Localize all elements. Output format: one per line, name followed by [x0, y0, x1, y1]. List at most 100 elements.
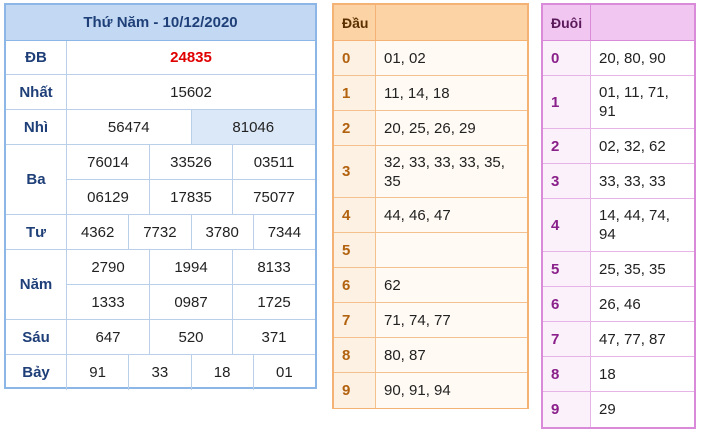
loto-row: 0 01, 02 — [334, 41, 527, 76]
loto-row: 9 90, 91, 94 — [334, 373, 527, 408]
results-table: Thứ Năm - 10/12/2020 ĐB 24835 Nhất 15602… — [4, 3, 317, 390]
prize-number: 371 — [232, 320, 315, 354]
digit-label: 5 — [334, 233, 376, 267]
loto-row: 9 29 — [543, 392, 694, 427]
digit-label: 8 — [334, 338, 376, 372]
loto-values: 29 — [599, 401, 616, 418]
loto-values: 20, 25, 26, 29 — [376, 111, 527, 145]
loto-head-table: Đầu 0 01, 02 1 11, 14, 18 2 20, 25, 26, 29 … — [332, 3, 529, 409]
loto-values — [376, 233, 527, 267]
digit-label: 7 — [543, 322, 591, 356]
loto-row: 2 20, 25, 26, 29 — [334, 111, 527, 146]
prize-number: 17835 — [149, 180, 232, 214]
loto-values: 01, 11, 71, 91 — [599, 84, 669, 120]
loto-tail-table: Đuôi 0 20, 80, 90 1 01, 11, 71, 91 2 02, 32… — [541, 3, 696, 429]
digit-label: 4 — [334, 198, 376, 232]
loto-row: 7 47, 77, 87 — [543, 322, 694, 357]
loto-values: 01, 02 — [376, 41, 527, 75]
prize-row-sau: Sáu 647 520 371 — [6, 320, 315, 355]
prize-number: 01 — [252, 355, 315, 390]
digit-label: 2 — [334, 111, 376, 145]
digit-label: 9 — [543, 392, 591, 427]
prize-label: ĐB — [6, 41, 67, 74]
prize-number: 8133 — [232, 250, 315, 284]
digit-label: 3 — [543, 164, 591, 198]
loto-row: 1 11, 14, 18 — [334, 76, 527, 111]
digit-label: 0 — [543, 41, 591, 75]
loto-row: 8 80, 87 — [334, 338, 527, 373]
prize-label: Tư — [6, 215, 67, 249]
prize-label: Ba — [6, 145, 67, 214]
prize-label: Bảy — [6, 355, 67, 390]
prize-number: 4362 — [80, 223, 115, 241]
loto-tail-title: Đuôi — [543, 5, 591, 40]
prize-label: Nhì — [6, 110, 67, 144]
loto-values: 33, 33, 33 — [599, 172, 666, 190]
prize-row-nam: Năm 2790 1994 8133 1333 0987 1725 — [6, 250, 315, 320]
digit-label: 7 — [334, 303, 376, 337]
prize-number: 1725 — [232, 285, 315, 319]
loto-values: 44, 46, 47 — [376, 198, 527, 232]
prize-number: 15602 — [170, 83, 212, 101]
loto-values: 26, 46 — [599, 295, 641, 313]
digit-label: 1 — [543, 76, 591, 128]
digit-label: 0 — [334, 41, 376, 75]
prize-number: 1994 — [149, 250, 232, 284]
digit-label: 1 — [334, 76, 376, 110]
prize-number: 2790 — [91, 258, 125, 276]
digit-label: 5 — [543, 252, 591, 286]
loto-row: 4 44, 46, 47 — [334, 198, 527, 233]
prize-number: 1333 — [91, 293, 125, 311]
loto-values: 20, 80, 90 — [599, 49, 666, 67]
prize-row-nhi: Nhì 56474 81046 — [6, 110, 315, 145]
prize-number: 06129 — [87, 188, 129, 206]
loto-row: 1 01, 11, 71, 91 — [543, 76, 694, 129]
prize-number: 56474 — [107, 118, 150, 136]
digit-label: 9 — [334, 373, 376, 408]
loto-row: 6 62 — [334, 268, 527, 303]
prize-number: 520 — [149, 320, 232, 354]
loto-tail-header: Đuôi — [543, 5, 694, 41]
loto-row: 8 18 — [543, 357, 694, 392]
loto-values: 14, 44, 74, 94 — [599, 207, 670, 243]
prize-number: 18 — [190, 355, 253, 390]
prize-label: Năm — [6, 250, 67, 319]
digit-label: 2 — [543, 129, 591, 163]
digit-label: 3 — [334, 146, 376, 197]
prize-number: 7344 — [252, 215, 315, 249]
loto-row: 4 14, 44, 74, 94 — [543, 199, 694, 252]
loto-row: 3 32, 33, 33, 33, 35, 35 — [334, 146, 527, 198]
loto-row: 6 26, 46 — [543, 287, 694, 322]
loto-row: 5 25, 35, 35 — [543, 252, 694, 287]
prize-number: 33 — [128, 355, 190, 390]
loto-values: 62 — [376, 268, 527, 302]
digit-label: 8 — [543, 357, 591, 391]
results-title: Thứ Năm - 10/12/2020 — [6, 5, 315, 41]
prize-number: 75077 — [232, 180, 315, 214]
prize-number: 91 — [89, 364, 106, 381]
prize-number: 7732 — [128, 215, 190, 249]
loto-row: 7 71, 74, 77 — [334, 303, 527, 338]
loto-values: 80, 87 — [376, 338, 527, 372]
prize-row-ba: Ba 76014 33526 03511 06129 17835 75077 — [6, 145, 315, 215]
digit-label: 6 — [543, 287, 591, 321]
special-prize-number: 24835 — [170, 49, 212, 66]
prize-row-nhat: Nhất 15602 — [6, 75, 315, 110]
digit-label: 6 — [334, 268, 376, 302]
prize-label: Sáu — [6, 320, 67, 354]
prize-number: 81046 — [190, 110, 315, 144]
loto-row: 0 20, 80, 90 — [543, 41, 694, 76]
prize-row-bay: Bảy 91 33 18 01 — [6, 355, 315, 390]
loto-values: 18 — [599, 365, 616, 383]
prize-number: 03511 — [232, 145, 315, 179]
prize-number: 0987 — [149, 285, 232, 319]
loto-values: 90, 91, 94 — [376, 373, 527, 408]
digit-label: 4 — [543, 199, 591, 251]
prize-number: 3780 — [190, 215, 253, 249]
loto-row: 2 02, 32, 62 — [543, 129, 694, 164]
prize-label: Nhất — [6, 75, 67, 109]
loto-values: 47, 77, 87 — [599, 330, 666, 348]
prize-number: 33526 — [149, 145, 232, 179]
prize-row-db: ĐB 24835 — [6, 41, 315, 75]
loto-values: 25, 35, 35 — [599, 260, 666, 278]
